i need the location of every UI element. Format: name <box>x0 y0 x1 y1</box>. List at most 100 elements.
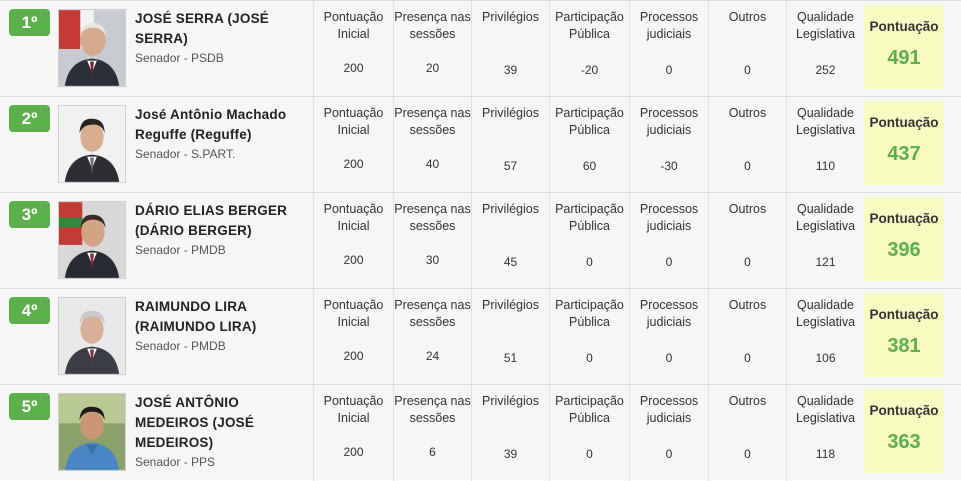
pontuacao-value: 437 <box>887 143 921 165</box>
privilegios-cell: Privilégios 39 <box>471 385 549 481</box>
qualidade-label: Qualidade Legislativa <box>795 106 856 137</box>
pontuacao-label: Pontuação <box>869 307 939 322</box>
outros-value: 0 <box>744 255 751 269</box>
participacao-cell: Participação Pública 0 <box>549 193 629 289</box>
senator-name[interactable]: José Antônio Machado Reguffe (Reguffe) <box>135 105 310 145</box>
privilegios-label: Privilégios <box>482 202 539 216</box>
pontuacao-inicial-cell: Pontuação Inicial 200 <box>313 289 393 385</box>
ranking-row[interactable]: 1º JOSÉ SERRA (JOSÉ SERRA) Senador - PSD… <box>0 0 961 97</box>
pontuacao-inicial-value: 200 <box>343 157 364 171</box>
presenca-label: Presença nas sessões <box>394 202 471 233</box>
qualidade-value: 106 <box>815 351 836 365</box>
participacao-cell: Participação Pública 0 <box>549 385 629 481</box>
outros-value: 0 <box>744 63 751 77</box>
pontuacao-inicial-value: 200 <box>343 445 364 459</box>
outros-label: Outros <box>728 202 767 216</box>
participacao-value: 0 <box>586 351 593 365</box>
participacao-cell: Participação Pública -20 <box>549 1 629 97</box>
processos-value: -30 <box>660 159 678 173</box>
senator-party: Senador - PMDB <box>135 243 226 257</box>
presenca-cell: Presença nas sessões 24 <box>393 289 471 385</box>
privilegios-cell: Privilégios 57 <box>471 97 549 193</box>
senator-party: Senador - S.PART. <box>135 147 236 161</box>
rank-badge: 4º <box>9 297 50 324</box>
pontuacao-inicial-cell: Pontuação Inicial 200 <box>313 97 393 193</box>
outros-value: 0 <box>744 447 751 461</box>
outros-value: 0 <box>744 351 751 365</box>
pontuacao-inicial-cell: Pontuação Inicial 200 <box>313 193 393 289</box>
rank-badge: 1º <box>9 9 50 36</box>
senator-photo[interactable] <box>58 9 126 87</box>
qualidade-cell: Qualidade Legislativa 106 <box>786 289 864 385</box>
participacao-value: 0 <box>586 255 593 269</box>
ranking-row[interactable]: 5º JOSÉ ANTÔNIO MEDEIROS (JOSÉ MEDEIROS)… <box>0 384 961 481</box>
pontuacao-value: 381 <box>887 335 921 357</box>
processos-label: Processos judiciais <box>639 394 699 425</box>
qualidade-value: 110 <box>815 159 836 173</box>
pontuacao-inicial-label: Pontuação Inicial <box>323 202 384 233</box>
outros-label: Outros <box>728 106 767 120</box>
processos-cell: Processos judiciais 0 <box>629 385 708 481</box>
participacao-label: Participação Pública <box>555 298 624 329</box>
presenca-label: Presença nas sessões <box>394 394 471 425</box>
outros-value: 0 <box>744 159 751 173</box>
presenca-cell: Presença nas sessões 20 <box>393 1 471 97</box>
processos-value: 0 <box>665 447 673 461</box>
senator-name[interactable]: JOSÉ ANTÔNIO MEDEIROS (JOSÉ MEDEIROS) <box>135 393 310 453</box>
processos-value: 0 <box>665 351 673 365</box>
pontuacao-label: Pontuação <box>869 19 939 34</box>
processos-label: Processos judiciais <box>639 298 699 329</box>
pontuacao-value: 363 <box>887 431 921 453</box>
senator-photo[interactable] <box>58 297 126 375</box>
ranking-row[interactable]: 4º RAIMUNDO LIRA (RAIMUNDO LIRA) Senador… <box>0 288 961 385</box>
outros-label: Outros <box>728 10 767 24</box>
senator-photo[interactable] <box>58 393 126 471</box>
qualidade-label: Qualidade Legislativa <box>795 202 856 233</box>
presenca-value: 30 <box>425 253 440 267</box>
pontuacao-box: Pontuação 363 <box>864 389 944 473</box>
presenca-cell: Presença nas sessões 30 <box>393 193 471 289</box>
participacao-label: Participação Pública <box>555 394 624 425</box>
senator-party: Senador - PSDB <box>135 51 224 65</box>
presenca-value: 40 <box>425 157 440 171</box>
pontuacao-inicial-value: 200 <box>343 253 364 267</box>
presenca-label: Presença nas sessões <box>394 10 471 41</box>
qualidade-value: 121 <box>815 255 836 269</box>
privilegios-value: 39 <box>503 63 518 77</box>
rank-badge: 3º <box>9 201 50 228</box>
pontuacao-value: 396 <box>887 239 921 261</box>
senator-name[interactable]: DÁRIO ELIAS BERGER (DÁRIO BERGER) <box>135 201 310 241</box>
ranking-row[interactable]: 2º José Antônio Machado Reguffe (Reguffe… <box>0 96 961 193</box>
pontuacao-box: Pontuação 381 <box>864 293 944 377</box>
pontuacao-box: Pontuação 437 <box>864 101 944 185</box>
outros-cell: Outros 0 <box>708 289 786 385</box>
outros-label: Outros <box>728 298 767 312</box>
participacao-label: Participação Pública <box>555 10 624 41</box>
pontuacao-box: Pontuação 396 <box>864 197 944 281</box>
outros-cell: Outros 0 <box>708 193 786 289</box>
participacao-label: Participação Pública <box>555 202 624 233</box>
presenca-value: 24 <box>425 349 440 363</box>
privilegios-cell: Privilégios 45 <box>471 193 549 289</box>
senator-photo[interactable] <box>58 201 126 279</box>
pontuacao-inicial-cell: Pontuação Inicial 200 <box>313 1 393 97</box>
qualidade-label: Qualidade Legislativa <box>795 10 856 41</box>
senator-name[interactable]: RAIMUNDO LIRA (RAIMUNDO LIRA) <box>135 297 310 337</box>
participacao-value: 60 <box>582 159 597 173</box>
privilegios-label: Privilégios <box>482 10 539 24</box>
processos-label: Processos judiciais <box>639 106 699 137</box>
presenca-cell: Presença nas sessões 40 <box>393 97 471 193</box>
ranking-row[interactable]: 3º DÁRIO ELIAS BERGER (DÁRIO BERGER) Sen… <box>0 192 961 289</box>
outros-label: Outros <box>728 394 767 408</box>
senator-photo[interactable] <box>58 105 126 183</box>
processos-cell: Processos judiciais -30 <box>629 97 708 193</box>
pontuacao-label: Pontuação <box>869 211 939 226</box>
privilegios-value: 39 <box>503 447 518 461</box>
ranking-list: 1º JOSÉ SERRA (JOSÉ SERRA) Senador - PSD… <box>0 0 961 481</box>
privilegios-label: Privilégios <box>482 394 539 408</box>
senator-name[interactable]: JOSÉ SERRA (JOSÉ SERRA) <box>135 9 310 49</box>
presenca-cell: Presença nas sessões 6 <box>393 385 471 481</box>
pontuacao-inicial-label: Pontuação Inicial <box>323 10 384 41</box>
participacao-cell: Participação Pública 60 <box>549 97 629 193</box>
qualidade-cell: Qualidade Legislativa 110 <box>786 97 864 193</box>
